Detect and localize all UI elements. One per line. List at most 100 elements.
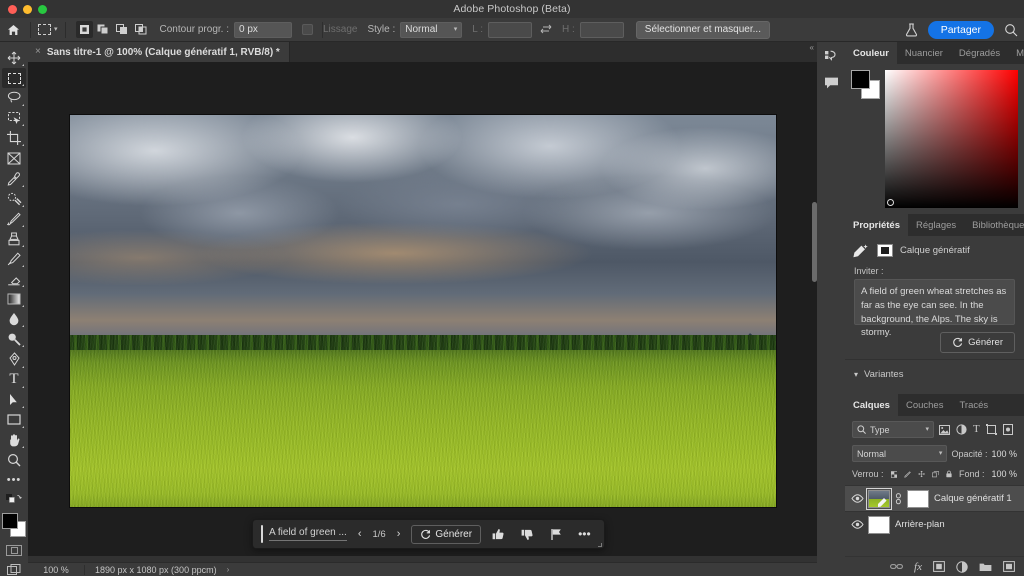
layer-name[interactable]: Arrière-plan: [895, 519, 945, 530]
add-to-selection-button[interactable]: [95, 21, 112, 38]
blur-tool[interactable]: [2, 309, 26, 329]
rectangular-marquee-tool[interactable]: [2, 68, 26, 89]
generative-prompt-field[interactable]: A field of green ...: [269, 527, 347, 541]
color-panel-tabs[interactable]: Couleur Nuancier Dégradés Motifs: [845, 42, 1024, 64]
document-tab[interactable]: × Sans titre-1 @ 100% (Calque génératif …: [28, 42, 290, 62]
lock-transparent-pixels-icon[interactable]: [890, 469, 898, 480]
hand-tool[interactable]: [2, 430, 26, 450]
blend-mode-select[interactable]: Normal ▾: [852, 445, 948, 462]
layer-thumbnail[interactable]: [868, 515, 890, 534]
table-row[interactable]: Arrière-plan: [845, 511, 1024, 537]
table-row[interactable]: Calque génératif 1: [845, 485, 1024, 511]
color-picker-field[interactable]: [885, 70, 1018, 208]
adjustment-layer-icon[interactable]: [956, 560, 968, 573]
color-picker-marker[interactable]: [887, 199, 894, 206]
antialias-checkbox[interactable]: [302, 24, 313, 35]
subtract-from-selection-button[interactable]: [114, 21, 131, 38]
active-tool-preset[interactable]: ▾: [35, 24, 61, 35]
layer-visibility-icon[interactable]: [851, 520, 864, 529]
dodge-tool[interactable]: [2, 329, 26, 349]
thumbs-up-icon[interactable]: [487, 528, 510, 541]
lasso-tool[interactable]: [2, 88, 26, 108]
layer-mask-thumbnail[interactable]: [907, 489, 929, 508]
tab-motifs[interactable]: Motifs: [1008, 42, 1024, 64]
layer-visibility-icon[interactable]: [851, 494, 864, 503]
close-icon[interactable]: ×: [35, 47, 41, 57]
tab-calques[interactable]: Calques: [845, 394, 898, 416]
generate-button[interactable]: Générer: [940, 332, 1015, 353]
edit-toolbar-button[interactable]: •••: [2, 470, 26, 490]
gradient-tool[interactable]: [2, 289, 26, 309]
zoom-level[interactable]: 100 %: [28, 565, 84, 575]
flag-icon[interactable]: [545, 528, 567, 541]
clone-stamp-tool[interactable]: [2, 229, 26, 249]
tab-couleur[interactable]: Couleur: [845, 42, 897, 64]
more-options-icon[interactable]: •••: [573, 527, 596, 541]
layers-panel-tabs[interactable]: Calques Couches Tracés: [845, 394, 1024, 416]
move-tool[interactable]: [2, 48, 26, 68]
add-mask-icon[interactable]: [933, 561, 945, 572]
link-layers-icon[interactable]: [890, 562, 903, 571]
lock-all-icon[interactable]: [946, 468, 952, 480]
search-icon[interactable]: [1004, 23, 1018, 37]
thumbs-down-icon[interactable]: [516, 528, 539, 541]
tab-degrades[interactable]: Dégradés: [951, 42, 1008, 64]
new-group-icon[interactable]: [979, 562, 992, 572]
fill-value[interactable]: 100 %: [991, 469, 1017, 479]
window-controls[interactable]: [8, 5, 47, 14]
tab-couches[interactable]: Couches: [898, 394, 952, 416]
layer-style-fx-icon[interactable]: fx: [914, 561, 922, 573]
style-select[interactable]: Normal ▾: [400, 21, 463, 38]
history-panel-icon[interactable]: [824, 50, 839, 64]
type-tool[interactable]: T: [2, 370, 26, 390]
selection-mode-group[interactable]: [75, 21, 150, 38]
layer-filter-icons[interactable]: T: [939, 424, 1013, 435]
rectangle-tool[interactable]: [2, 410, 26, 430]
eyedropper-tool[interactable]: [2, 169, 26, 189]
crop-tool[interactable]: [2, 128, 26, 148]
eraser-tool[interactable]: [2, 269, 26, 289]
color-swatches[interactable]: [1, 513, 27, 538]
new-layer-icon[interactable]: [1003, 561, 1015, 572]
tab-bibliotheques[interactable]: Bibliothèques: [964, 214, 1024, 236]
next-variation-button[interactable]: ›: [392, 528, 406, 540]
zoom-tool[interactable]: [2, 450, 26, 470]
tab-proprietes[interactable]: Propriétés: [845, 214, 908, 236]
intersect-selection-button[interactable]: [133, 21, 150, 38]
lock-artboard-nesting-icon[interactable]: [931, 469, 939, 480]
chevron-down-icon[interactable]: ▾: [54, 26, 58, 33]
swap-dimensions-icon[interactable]: [540, 24, 552, 35]
prompt-textarea[interactable]: A field of green wheat stretches as far …: [854, 279, 1015, 338]
artboard-image[interactable]: [70, 115, 776, 507]
screen-mode-icon[interactable]: [7, 564, 21, 576]
comments-panel-icon[interactable]: [824, 76, 839, 90]
properties-panel-tabs[interactable]: Propriétés Réglages Bibliothèques: [845, 214, 1024, 236]
close-window-button[interactable]: [8, 5, 17, 14]
canvas-area[interactable]: A field of green ... ‹ 1/6 › Générer •••: [28, 62, 817, 556]
frame-tool[interactable]: [2, 148, 26, 168]
resize-grip[interactable]: [597, 543, 602, 547]
object-selection-tool[interactable]: [2, 108, 26, 128]
foreground-color-swatch[interactable]: [2, 513, 18, 530]
collapse-panel-icon[interactable]: «: [810, 43, 815, 52]
layer-filter-select[interactable]: Type ▾: [852, 421, 934, 438]
tab-reglages[interactable]: Réglages: [908, 214, 964, 236]
generative-fill-toolbar[interactable]: A field of green ... ‹ 1/6 › Générer •••: [252, 519, 605, 549]
previous-variation-button[interactable]: ‹: [353, 528, 367, 540]
new-selection-button[interactable]: [75, 21, 93, 38]
path-selection-tool[interactable]: [2, 390, 26, 410]
color-panel-swatches[interactable]: [851, 70, 880, 100]
maximize-window-button[interactable]: [38, 5, 47, 14]
pen-tool[interactable]: [2, 349, 26, 369]
home-icon[interactable]: [0, 24, 26, 36]
share-button[interactable]: Partager: [927, 20, 994, 39]
variants-section-header[interactable]: ▾ Variantes: [845, 359, 1024, 389]
select-and-mask-button[interactable]: Sélectionner et masquer...: [635, 20, 770, 39]
lock-image-pixels-icon[interactable]: [904, 469, 911, 480]
generate-button[interactable]: Générer: [411, 524, 482, 544]
foreground-color-swatch[interactable]: [851, 70, 870, 89]
default-colors-button[interactable]: [2, 490, 26, 510]
status-expand-icon[interactable]: ›: [217, 565, 230, 574]
flask-icon[interactable]: [905, 22, 918, 37]
layer-name[interactable]: Calque génératif 1: [934, 493, 1012, 504]
